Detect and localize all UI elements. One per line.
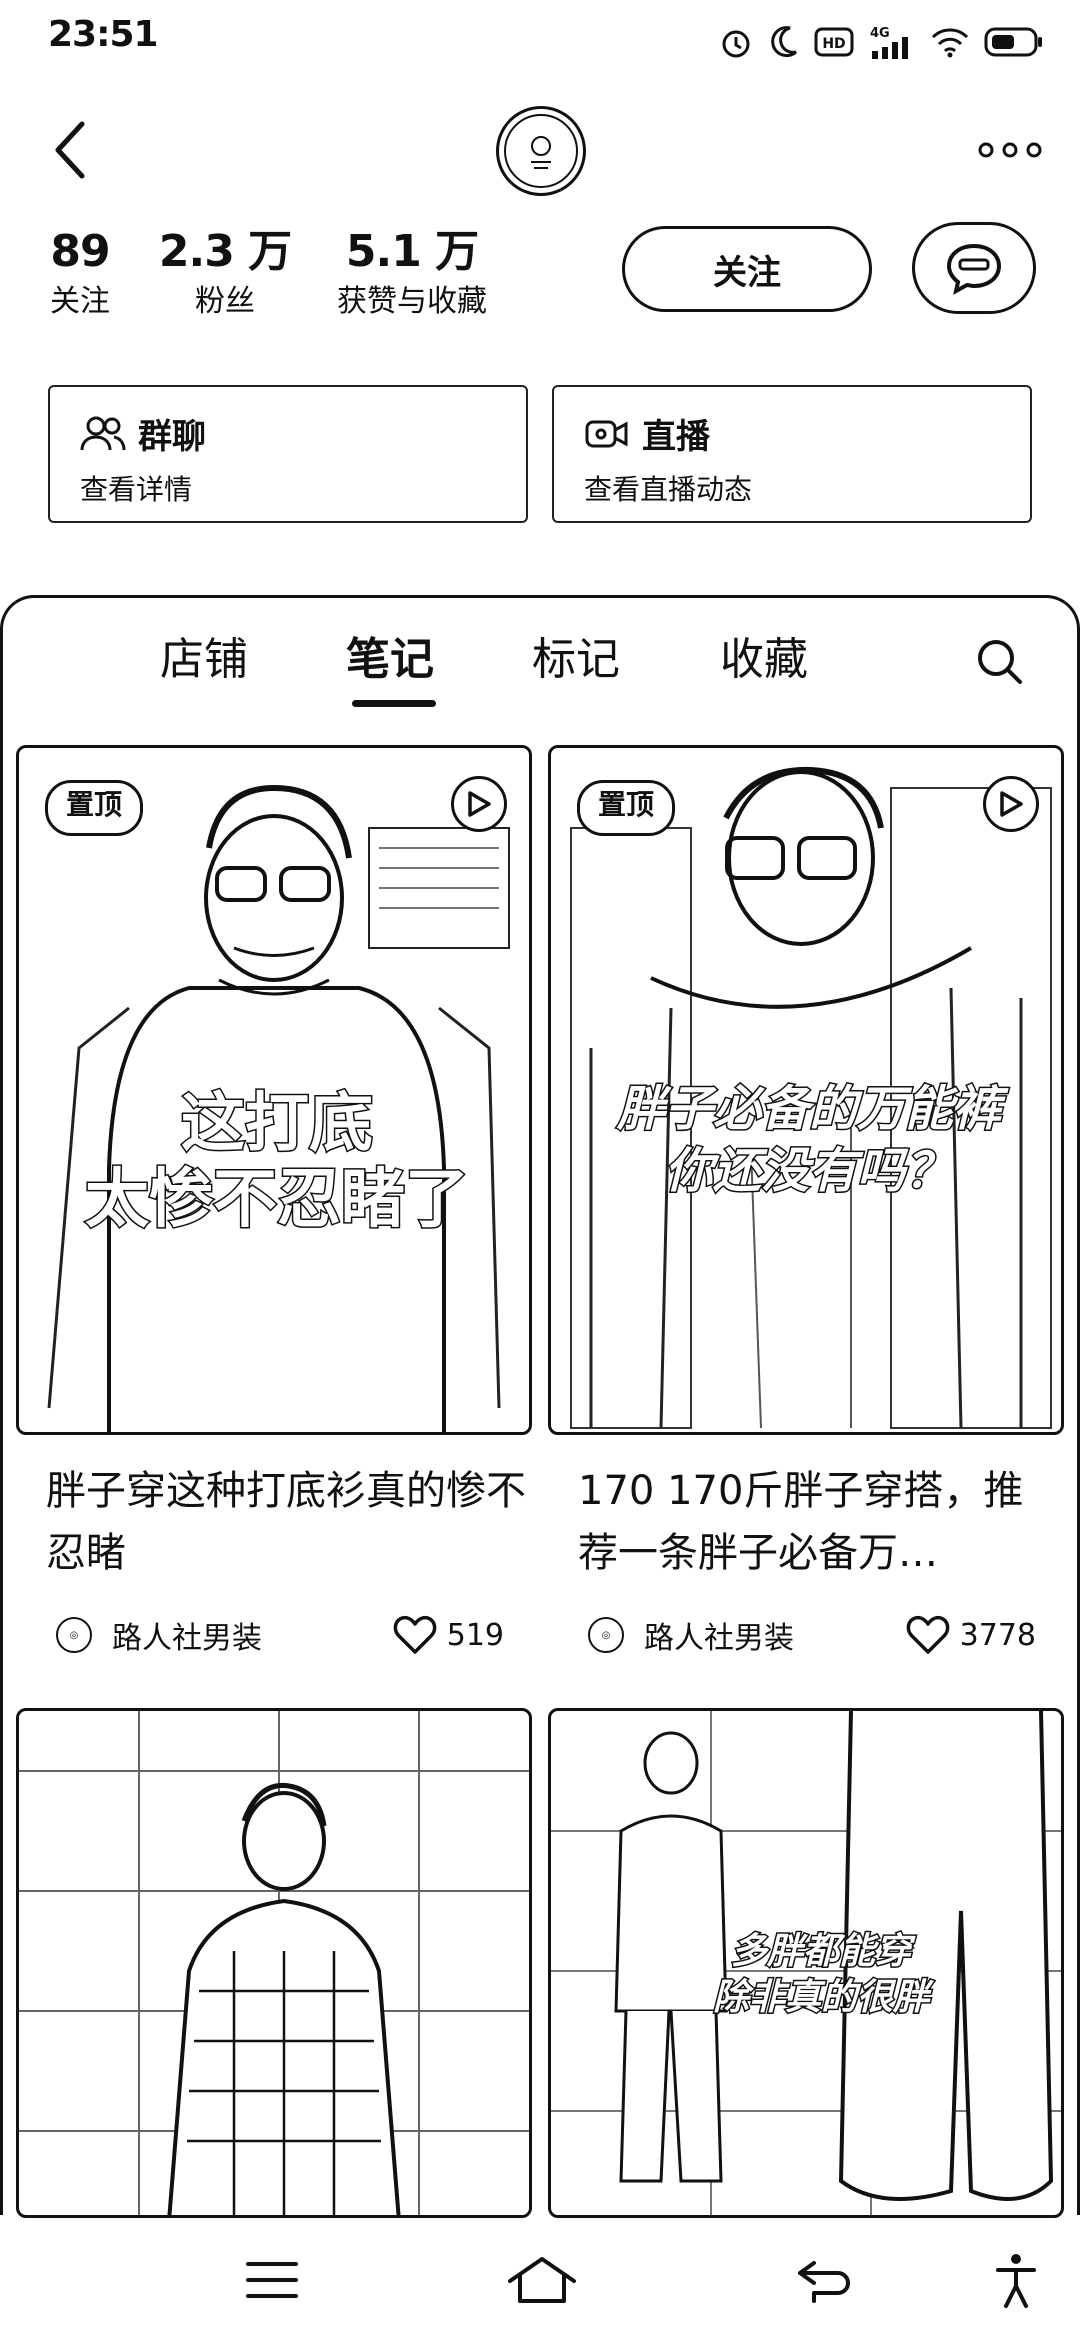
nav-accessibility-button[interactable]: [976, 2250, 1056, 2310]
status-icons: HD 4G: [718, 20, 1044, 64]
stat-value: 2.3 万: [158, 226, 292, 277]
svg-text:HD: HD: [822, 36, 845, 52]
nav-menu-button[interactable]: [232, 2250, 312, 2310]
live-subtitle: 查看直播动态: [584, 473, 753, 506]
overlay-line: 除非真的很胖: [711, 1976, 930, 2020]
note-card-image[interactable]: 多胖都能穿 除非真的很胖: [548, 1708, 1064, 2218]
heart-icon: [906, 1615, 950, 1654]
4g-signal-icon: 4G: [868, 23, 916, 61]
note-title[interactable]: 胖子穿这种打底衫真的惨不忍睹: [46, 1460, 526, 1584]
back-icon: [798, 2261, 850, 2303]
live-title: 直播: [642, 417, 710, 457]
stat-value: 89: [50, 226, 110, 277]
search-icon: [978, 640, 1022, 684]
profile-avatar[interactable]: [496, 106, 586, 196]
note-card-image[interactable]: 置顶 胖子必备的万能裤 你还没有吗？: [548, 745, 1064, 1435]
chat-bubble-icon: [946, 243, 1002, 295]
status-time: 23:51: [48, 14, 159, 55]
stat-followers[interactable]: 2.3 万 粉丝: [155, 226, 295, 322]
like-button[interactable]: 519: [393, 1615, 504, 1655]
note-card-image[interactable]: 置顶 这打底 太惨不忍睹了: [16, 745, 532, 1435]
svg-text:4G: 4G: [870, 26, 890, 41]
group-chat-card[interactable]: 群聊 查看详情: [48, 385, 528, 523]
more-dots-icon: [978, 142, 1042, 158]
overlay-line: 这打底: [180, 1086, 375, 1163]
accessibility-icon: [996, 2254, 1036, 2308]
hd-icon: HD: [814, 24, 854, 60]
note-overlay-text: 胖子必备的万能裤 你还没有吗？: [551, 1078, 1061, 1202]
note-title[interactable]: 170 170斤胖子穿搭，推荐一条胖子必备万…: [578, 1460, 1058, 1584]
author-name[interactable]: 路人社男装: [112, 1613, 262, 1657]
stat-label: 获赞与收藏: [337, 284, 487, 319]
stat-likes-collects[interactable]: 5.1 万 获赞与收藏: [322, 226, 502, 322]
live-card[interactable]: 直播 查看直播动态: [552, 385, 1032, 523]
stat-value: 5.1 万: [345, 226, 479, 277]
group-chat-title: 群聊: [138, 417, 206, 457]
heart-icon: [393, 1615, 437, 1654]
moon-icon: [768, 24, 800, 60]
tab-notes[interactable]: 笔记: [346, 630, 434, 690]
author-avatar[interactable]: ◎: [56, 1617, 92, 1653]
overlay-line: 多胖都能穿: [729, 1930, 912, 1974]
chat-button[interactable]: [912, 222, 1036, 314]
live-camera-icon: [585, 420, 628, 447]
chevron-left-icon: [55, 121, 85, 179]
stat-label: 粉丝: [195, 284, 255, 319]
group-chat-subtitle: 查看详情: [80, 473, 193, 506]
active-tab-indicator: [352, 700, 436, 707]
note-overlay-text: 多胖都能穿 除非真的很胖: [671, 1929, 971, 2021]
tab-collections[interactable]: 收藏: [720, 630, 808, 690]
wifi-icon: [930, 25, 970, 59]
overlay-line: 胖子必备的万能裤: [615, 1080, 1002, 1139]
author-avatar[interactable]: ◎: [588, 1617, 624, 1653]
search-button[interactable]: [970, 632, 1030, 692]
group-icon: [80, 416, 126, 450]
overlay-line: 你还没有吗？: [663, 1142, 954, 1201]
avatar-logo: [504, 114, 578, 188]
note-overlay-text: 这打底 太惨不忍睹了: [19, 1086, 529, 1239]
overlay-line: 太惨不忍睹了: [84, 1162, 471, 1239]
menu-icon: [246, 2262, 298, 2298]
note-card-image[interactable]: [16, 1708, 532, 2218]
back-button[interactable]: [40, 110, 100, 190]
stat-label: 关注: [50, 284, 110, 319]
pinned-badge: 置顶: [577, 780, 676, 836]
alarm-icon: [718, 24, 754, 60]
more-button[interactable]: [970, 122, 1050, 178]
tab-tagged[interactable]: 标记: [532, 630, 620, 690]
video-play-icon: [983, 776, 1039, 832]
nav-back-button[interactable]: [784, 2250, 864, 2310]
note-photo: [19, 1711, 529, 2215]
author-name[interactable]: 路人社男装: [644, 1613, 794, 1657]
note-meta: ◎ 路人社男装 519: [56, 1610, 504, 1660]
home-icon: [508, 2257, 576, 2303]
pinned-badge: 置顶: [45, 780, 144, 836]
like-count: 519: [446, 1617, 504, 1653]
stat-following[interactable]: 89 关注: [30, 226, 130, 322]
like-button[interactable]: 3778: [906, 1615, 1036, 1655]
tab-store[interactable]: 店铺: [160, 630, 248, 690]
video-play-icon: [451, 776, 507, 832]
follow-button[interactable]: 关注: [622, 226, 872, 312]
like-count: 3778: [959, 1617, 1036, 1653]
battery-icon: [984, 25, 1044, 59]
nav-home-button[interactable]: [502, 2250, 582, 2310]
note-meta: ◎ 路人社男装 3778: [588, 1610, 1036, 1660]
